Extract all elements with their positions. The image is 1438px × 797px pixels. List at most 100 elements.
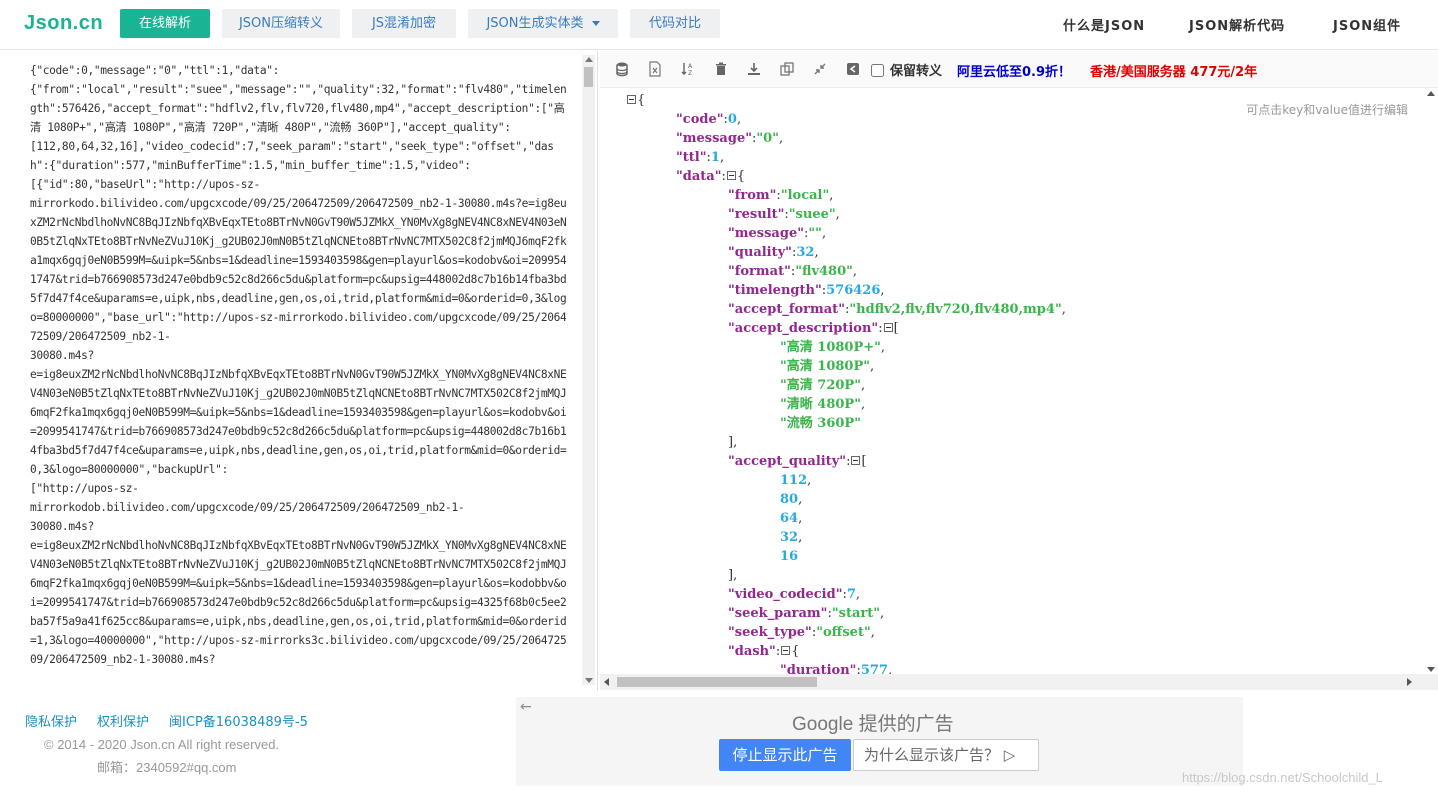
json-value[interactable]: 64 (780, 511, 798, 526)
json-punct: , (736, 112, 742, 127)
right-vertical-scrollbar[interactable] (1424, 89, 1438, 674)
json-tree-line: "高清 1080P", (780, 357, 874, 376)
json-value[interactable]: "start" (832, 606, 880, 621)
json-value[interactable]: "清晰 480P" (780, 397, 861, 412)
excel-icon[interactable] (647, 61, 663, 77)
nav-js-obfuscate[interactable]: JS混淆加密 (352, 9, 456, 38)
json-key[interactable]: "from" (728, 188, 776, 203)
trash-icon[interactable] (713, 61, 729, 77)
collapse-toggle-icon[interactable] (883, 323, 893, 332)
json-key[interactable]: "ttl" (676, 150, 707, 165)
json-value[interactable]: "高清 1080P" (780, 359, 870, 374)
json-value[interactable]: 112 (780, 473, 807, 488)
json-key[interactable]: "accept_description" (728, 321, 878, 336)
json-key[interactable]: "dash" (728, 644, 776, 659)
scroll-right-icon[interactable] (1407, 678, 1412, 686)
scroll-down-icon[interactable] (1427, 667, 1435, 672)
scroll-up-icon[interactable] (585, 57, 593, 62)
json-key[interactable]: "code" (676, 112, 724, 127)
google-brand: Google (792, 714, 854, 735)
json-toolbar: AZ 保留转义 阿里云低至0.9折！ 香港/美国服务器 477元/2年 (600, 51, 1438, 88)
collapse-toggle-icon[interactable] (851, 456, 861, 465)
json-punct: { (791, 644, 800, 659)
json-tree-line: 16 (780, 547, 798, 566)
collapse-toggle-icon[interactable] (627, 95, 636, 104)
json-key[interactable]: "accept_format" (728, 302, 845, 317)
adchoices-icon: ▷ (1003, 746, 1016, 764)
json-key[interactable]: "video_codecid" (728, 587, 842, 602)
json-key[interactable]: "seek_param" (728, 606, 827, 621)
json-key[interactable]: "seek_type" (728, 625, 812, 640)
scroll-thumb[interactable] (584, 67, 593, 87)
json-value[interactable]: 32 (796, 245, 814, 260)
collapse-toggle-icon[interactable] (726, 171, 736, 180)
why-ad-button[interactable]: 为什么显示该广告？ ▷ (853, 739, 1039, 771)
raw-json-textarea[interactable]: {"code":0,"message":"0","ttl":1,"data": … (30, 61, 572, 687)
back-arrow-icon[interactable]: ← (520, 699, 532, 715)
json-value[interactable]: 576426 (826, 283, 880, 298)
json-value[interactable]: 16 (780, 549, 798, 564)
json-value[interactable]: 0 (728, 112, 737, 127)
rights-link[interactable]: 权利保护 (97, 715, 149, 730)
stop-ad-button[interactable]: 停止显示此广告 (719, 739, 851, 771)
download-icon[interactable] (746, 61, 762, 77)
nav-json-compress[interactable]: JSON压缩转义 (222, 9, 340, 38)
json-key[interactable]: "format" (728, 264, 791, 279)
json-key[interactable]: "message" (676, 131, 752, 146)
server-ad-link[interactable]: 香港/美国服务器 477元/2年 (1090, 61, 1257, 80)
json-value[interactable]: "offset" (816, 625, 870, 640)
json-value[interactable]: 1 (711, 150, 720, 165)
json-punct: , (860, 397, 866, 412)
json-key[interactable]: "quality" (728, 245, 792, 260)
back-icon[interactable] (845, 61, 861, 77)
nav-online-parse[interactable]: 在线解析 (120, 9, 210, 38)
json-value[interactable]: 80 (780, 492, 798, 507)
nav-json-parse-code[interactable]: JSON解析代码 (1189, 15, 1285, 34)
scroll-down-icon[interactable] (585, 678, 593, 683)
json-key[interactable]: "timelength" (728, 283, 822, 298)
json-punct: : (846, 454, 851, 469)
keep-escape-input[interactable] (871, 64, 884, 77)
nav-json-components[interactable]: JSON组件 (1333, 15, 1401, 34)
left-vertical-scrollbar[interactable] (582, 55, 595, 685)
json-value[interactable]: 32 (780, 530, 798, 545)
icp-link[interactable]: 闽ICP备16038489号-5 (169, 715, 308, 730)
json-punct: , (719, 150, 725, 165)
json-tree-line: "timelength":576426, (728, 281, 885, 300)
nav-code-diff[interactable]: 代码对比 (630, 9, 720, 38)
json-value[interactable]: "流畅 360P" (780, 416, 861, 431)
aliyun-ad-link[interactable]: 阿里云低至0.9折！ (957, 61, 1071, 80)
json-value[interactable]: "高清 720P" (780, 378, 861, 393)
nav-json-entity[interactable]: JSON生成实体类 (468, 9, 618, 38)
json-punct: , (870, 625, 875, 640)
json-value[interactable]: "0" (756, 131, 779, 146)
nav-what-is-json[interactable]: 什么是JSON (1063, 15, 1145, 34)
top-header: Json.cn 在线解析 JSON压缩转义 JS混淆加密 JSON生成实体类 代… (0, 0, 1438, 50)
scroll-left-icon[interactable] (604, 678, 609, 686)
site-logo[interactable]: Json.cn (24, 12, 103, 35)
json-value[interactable]: "高清 1080P+" (780, 340, 881, 355)
json-value[interactable]: "local" (781, 188, 829, 203)
keep-escape-checkbox[interactable]: 保留转义 (871, 60, 942, 79)
collapse-toggle-icon[interactable] (781, 646, 791, 655)
copy-icon[interactable] (779, 61, 795, 77)
json-value[interactable]: 7 (847, 587, 856, 602)
json-value[interactable]: 577 (861, 663, 888, 674)
json-key[interactable]: "duration" (780, 663, 856, 674)
json-value[interactable]: "" (808, 226, 822, 241)
json-key[interactable]: "data" (676, 169, 722, 184)
json-key[interactable]: "accept_quality" (728, 454, 846, 469)
compress-icon[interactable] (812, 61, 828, 77)
sort-icon[interactable]: AZ (680, 61, 696, 77)
json-key[interactable]: "result" (728, 207, 784, 222)
scroll-thumb[interactable] (617, 677, 817, 687)
json-key[interactable]: "message" (728, 226, 804, 241)
database-icon[interactable] (614, 61, 630, 77)
json-value[interactable]: "hdflv2,flv,flv720,flv480,mp4" (849, 302, 1061, 317)
scroll-up-icon[interactable] (1427, 91, 1435, 96)
json-value[interactable]: "flv480" (795, 264, 853, 279)
json-tree-line: "seek_param":"start", (728, 604, 884, 623)
horizontal-scrollbar[interactable] (600, 674, 1438, 690)
privacy-link[interactable]: 隐私保护 (25, 715, 77, 730)
json-value[interactable]: "suee" (789, 207, 836, 222)
